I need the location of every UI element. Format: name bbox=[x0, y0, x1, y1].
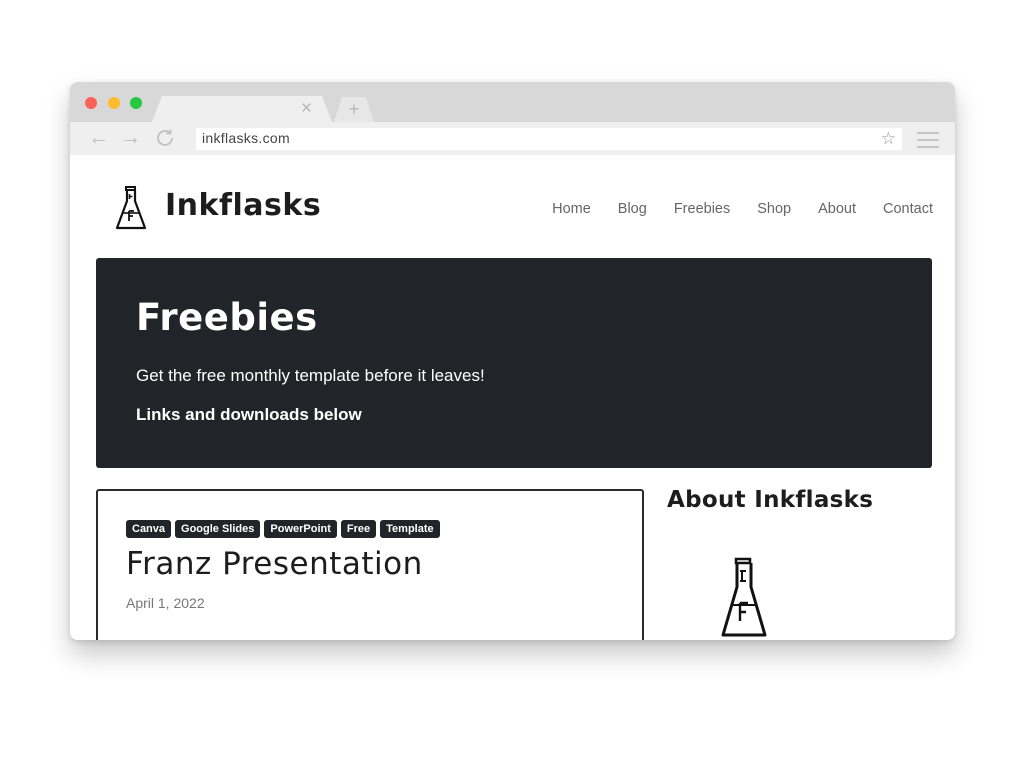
reload-icon[interactable] bbox=[154, 127, 176, 154]
hero-cta-text: Links and downloads below bbox=[136, 405, 362, 424]
post-card[interactable]: Canva Google Slides PowerPoint Free Temp… bbox=[96, 489, 644, 640]
nav-freebies[interactable]: Freebies bbox=[674, 201, 730, 217]
url-text: inkflasks.com bbox=[202, 130, 290, 146]
tag-google-slides[interactable]: Google Slides bbox=[175, 520, 261, 538]
hero-title: Freebies bbox=[136, 296, 318, 339]
hero-subtitle: Get the free monthly template before it … bbox=[136, 366, 485, 385]
tag-list: Canva Google Slides PowerPoint Free Temp… bbox=[126, 520, 440, 538]
site-brand[interactable]: Inkflasks bbox=[165, 188, 321, 223]
address-bar: ← → inkflasks.com ☆ bbox=[70, 122, 955, 155]
web-page: Inkflasks Home Blog Freebies Shop About … bbox=[70, 155, 955, 640]
nav-home[interactable]: Home bbox=[552, 201, 591, 217]
nav-blog[interactable]: Blog bbox=[618, 201, 647, 217]
flask-logo-icon[interactable] bbox=[114, 185, 148, 231]
tab-bar: × + bbox=[70, 82, 955, 122]
tag-template[interactable]: Template bbox=[380, 520, 440, 538]
sidebar-title: About Inkflasks bbox=[667, 487, 874, 513]
url-input[interactable]: inkflasks.com ☆ bbox=[196, 128, 902, 150]
window-maximize-button[interactable] bbox=[130, 97, 142, 109]
window-close-button[interactable] bbox=[85, 97, 97, 109]
tab-close-icon[interactable]: × bbox=[301, 97, 312, 121]
tag-free[interactable]: Free bbox=[340, 520, 377, 538]
star-icon[interactable]: ☆ bbox=[881, 128, 896, 150]
hero-banner: Freebies Get the free monthly template b… bbox=[96, 258, 932, 468]
post-date: April 1, 2022 bbox=[126, 595, 205, 611]
window-minimize-button[interactable] bbox=[108, 97, 120, 109]
nav-about[interactable]: About bbox=[818, 201, 856, 217]
flask-logo-icon bbox=[721, 557, 767, 637]
browser-window: × + ← → inkflasks.com ☆ Inkflasks Home B… bbox=[70, 82, 955, 640]
new-tab-button[interactable]: + bbox=[334, 97, 374, 122]
browser-tab[interactable]: × bbox=[152, 96, 332, 122]
main-nav: Home Blog Freebies Shop About Contact bbox=[552, 201, 933, 217]
tag-canva[interactable]: Canva bbox=[126, 520, 172, 538]
hamburger-menu-icon[interactable] bbox=[917, 132, 939, 153]
post-title[interactable]: Franz Presentation bbox=[126, 546, 423, 582]
nav-contact[interactable]: Contact bbox=[883, 201, 933, 217]
tag-powerpoint[interactable]: PowerPoint bbox=[264, 520, 337, 538]
forward-arrow-icon[interactable]: → bbox=[120, 127, 141, 149]
nav-shop[interactable]: Shop bbox=[757, 201, 791, 217]
back-arrow-icon[interactable]: ← bbox=[88, 127, 109, 149]
